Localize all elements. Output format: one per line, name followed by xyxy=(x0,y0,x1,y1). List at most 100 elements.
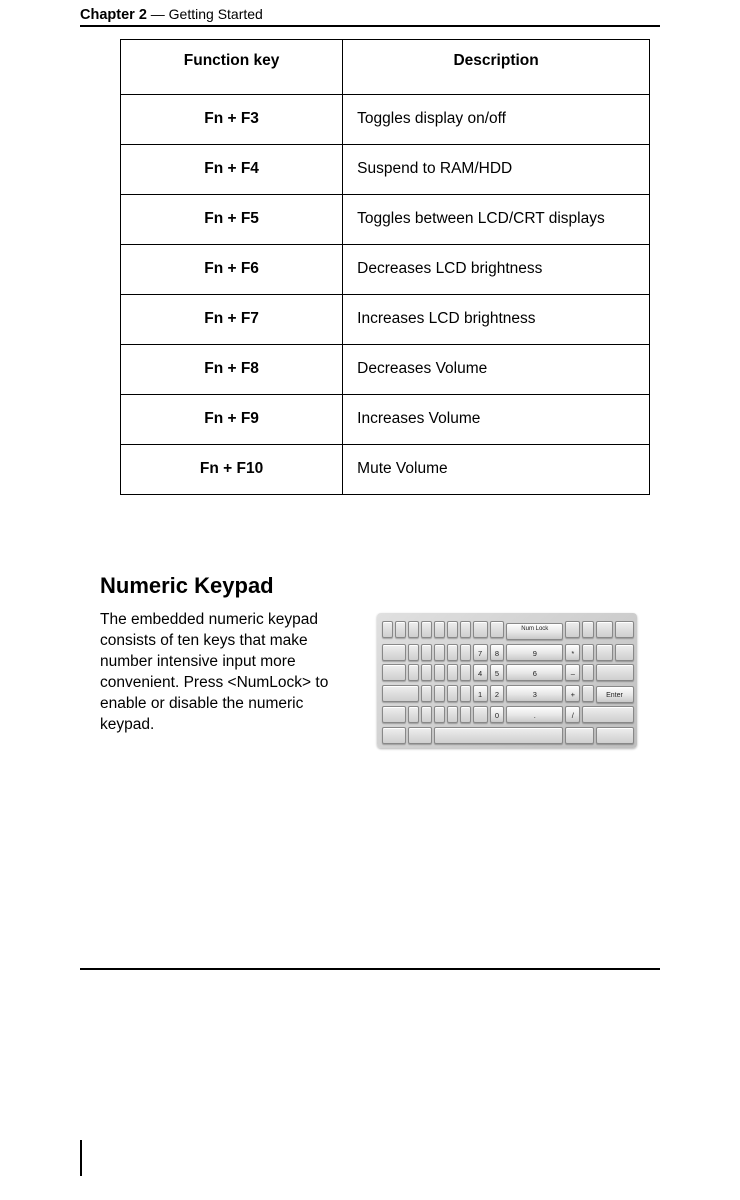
key-blank xyxy=(596,621,614,638)
key-star: * xyxy=(565,644,580,661)
key-dot: . xyxy=(506,706,563,723)
key-blank xyxy=(395,621,406,638)
key-0: 0 xyxy=(490,706,505,723)
key-plus: + xyxy=(565,685,580,702)
key-minus: – xyxy=(565,664,580,681)
key-blank xyxy=(596,644,614,661)
key-blank xyxy=(421,664,432,681)
table-row: Fn + F9Increases Volume xyxy=(121,395,650,445)
key-blank xyxy=(565,727,593,744)
footer-rule xyxy=(80,968,660,970)
key-blank xyxy=(382,664,406,681)
key-blank xyxy=(421,706,432,723)
key-blank xyxy=(582,644,593,661)
description-cell: Mute Volume xyxy=(343,445,650,495)
description-cell: Increases Volume xyxy=(343,395,650,445)
key-blank xyxy=(434,706,445,723)
function-key-cell: Fn + F5 xyxy=(121,195,343,245)
function-key-cell: Fn + F8 xyxy=(121,345,343,395)
key-blank xyxy=(408,706,419,723)
key-blank xyxy=(582,621,593,638)
function-key-cell: Fn + F4 xyxy=(121,145,343,195)
description-cell: Increases LCD brightness xyxy=(343,295,650,345)
key-1: 1 xyxy=(473,685,488,702)
key-blank xyxy=(408,621,419,638)
key-blank xyxy=(615,621,633,638)
key-blank xyxy=(473,706,488,723)
table-header-key: Function key xyxy=(121,40,343,95)
key-4: 4 xyxy=(473,664,488,681)
key-7: 7 xyxy=(473,644,488,661)
chapter-title: Getting Started xyxy=(169,6,263,22)
key-blank xyxy=(582,664,593,681)
key-blank xyxy=(421,644,432,661)
key-blank xyxy=(447,664,458,681)
key-blank xyxy=(447,706,458,723)
key-6: 6 xyxy=(506,664,563,681)
key-blank xyxy=(434,644,445,661)
key-2: 2 xyxy=(490,685,505,702)
key-blank xyxy=(382,621,393,638)
function-key-cell: Fn + F6 xyxy=(121,245,343,295)
page-header: Chapter 2 — Getting Started xyxy=(80,6,660,27)
key-blank xyxy=(565,621,580,638)
key-5: 5 xyxy=(490,664,505,681)
key-slash: / xyxy=(565,706,580,723)
key-blank xyxy=(408,727,432,744)
key-blank xyxy=(460,664,471,681)
key-blank xyxy=(490,621,505,638)
key-numlock: Num Lock xyxy=(506,623,563,640)
key-blank xyxy=(408,664,419,681)
key-blank xyxy=(447,644,458,661)
key-blank xyxy=(615,644,633,661)
key-blank xyxy=(434,621,445,638)
function-key-cell: Fn + F3 xyxy=(121,95,343,145)
function-key-cell: Fn + F7 xyxy=(121,295,343,345)
table-row: Fn + F8Decreases Volume xyxy=(121,345,650,395)
key-3: 3 xyxy=(506,685,563,702)
key-blank xyxy=(460,644,471,661)
function-key-cell: Fn + F9 xyxy=(121,395,343,445)
key-blank xyxy=(473,621,488,638)
table-row: Fn + F7Increases LCD brightness xyxy=(121,295,650,345)
table-row: Fn + F4Suspend to RAM/HDD xyxy=(121,145,650,195)
key-blank xyxy=(582,685,593,702)
key-blank xyxy=(382,685,419,702)
key-spacebar xyxy=(434,727,564,744)
table-row: Fn + F3Toggles display on/off xyxy=(121,95,650,145)
table-row: Fn + F5Toggles between LCD/CRT displays xyxy=(121,195,650,245)
key-blank xyxy=(460,621,471,638)
key-blank xyxy=(447,621,458,638)
chapter-label: Chapter 2 xyxy=(80,7,147,23)
page-margin-mark xyxy=(80,1140,82,1176)
section-paragraph: The embedded numeric keypad consists of … xyxy=(100,609,355,735)
function-key-cell: Fn + F10 xyxy=(121,445,343,495)
key-blank xyxy=(421,621,432,638)
description-cell: Decreases Volume xyxy=(343,345,650,395)
section-heading: Numeric Keypad xyxy=(100,573,660,599)
key-blank xyxy=(382,706,406,723)
key-blank xyxy=(582,706,633,723)
key-blank xyxy=(596,727,634,744)
key-blank xyxy=(434,664,445,681)
key-enter: Enter xyxy=(596,686,634,703)
key-blank xyxy=(408,644,419,661)
header-separator: — xyxy=(147,6,169,22)
description-cell: Toggles between LCD/CRT displays xyxy=(343,195,650,245)
key-blank xyxy=(460,706,471,723)
key-8: 8 xyxy=(490,644,505,661)
table-row: Fn + F10Mute Volume xyxy=(121,445,650,495)
description-cell: Toggles display on/off xyxy=(343,95,650,145)
table-row: Fn + F6Decreases LCD brightness xyxy=(121,245,650,295)
key-blank xyxy=(434,685,445,702)
key-blank xyxy=(382,727,406,744)
key-blank xyxy=(382,644,406,661)
description-cell: Decreases LCD brightness xyxy=(343,245,650,295)
function-key-table: Function key Description Fn + F3Toggles … xyxy=(120,39,650,495)
key-blank xyxy=(460,685,471,702)
description-cell: Suspend to RAM/HDD xyxy=(343,145,650,195)
key-blank xyxy=(596,664,634,681)
key-blank xyxy=(447,685,458,702)
numeric-keypad-image: Num Lock 7 8 xyxy=(377,613,637,748)
key-blank xyxy=(421,685,432,702)
